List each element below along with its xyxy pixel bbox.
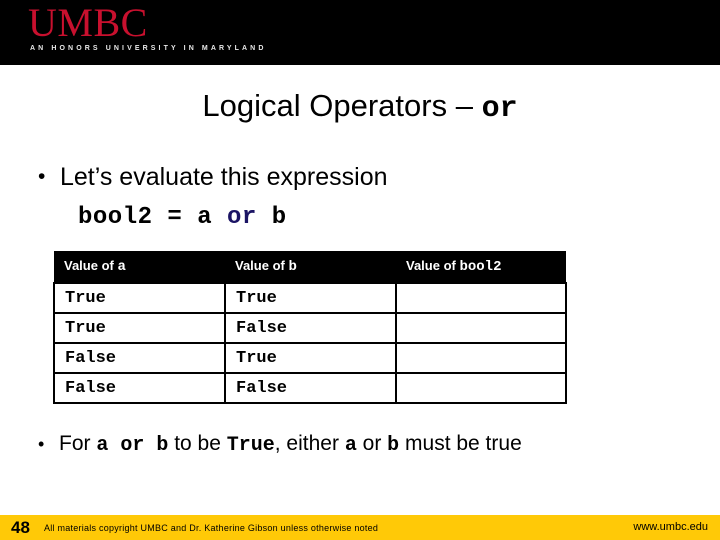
truth-table: Value of a Value of b Value of bool2 Tru… (53, 251, 567, 404)
bullet-marker-icon: • (38, 165, 46, 188)
bullet-evaluate-expression: • Let’s evaluate this expression (38, 161, 388, 193)
umbc-tagline: AN HONORS UNIVERSITY IN MARYLAND (30, 45, 267, 52)
table-header-value-of-a: Value of a (54, 251, 225, 283)
table-cell-b: True (224, 282, 397, 314)
umbc-banner: UMBC AN HONORS UNIVERSITY IN MARYLAND (0, 0, 720, 65)
table-cell-b: False (224, 312, 397, 344)
bullet-or-explanation-code-a: a (344, 434, 357, 457)
slide-footer: 48 All materials copyright UMBC and Dr. … (0, 515, 720, 540)
table-cell-b: False (224, 372, 397, 404)
table-cell-a: False (53, 342, 226, 374)
bullet-or-explanation-code-a-or-b: a or b (96, 434, 169, 457)
truth-table-head: Value of a Value of b Value of bool2 (54, 251, 566, 283)
table-header-value-of-b: Value of b (225, 251, 396, 283)
footer-url: www.umbc.edu (633, 521, 708, 533)
table-row: False False (53, 372, 567, 404)
umbc-logo: UMBC (28, 0, 148, 45)
slide-title-operator: or (481, 92, 518, 126)
table-header-value-of-bool2-label: Value of (406, 258, 460, 273)
table-header-value-of-bool2-var: bool2 (459, 259, 502, 275)
table-header-value-of-bool2: Value of bool2 (396, 251, 566, 283)
table-header-value-of-b-var: b (288, 259, 297, 275)
table-header-value-of-a-var: a (117, 259, 126, 275)
table-cell-result (395, 282, 567, 314)
table-cell-result (395, 312, 567, 344)
bullet-or-explanation-p5: must be true (399, 432, 522, 455)
code-expression: bool2 = a or b (78, 203, 287, 233)
table-row: True False (53, 312, 567, 344)
code-keyword-or: or (227, 204, 257, 231)
table-row: True True (53, 282, 567, 314)
table-cell-a: True (53, 312, 226, 344)
bullet-or-explanation-code-true: True (226, 434, 275, 457)
bullet-or-explanation-code-b: b (387, 434, 400, 457)
bullet-or-explanation-p1: For (59, 432, 97, 455)
code-expression-pre: bool2 = a (78, 204, 228, 231)
bullet-marker-icon: • (38, 434, 45, 454)
slide: UMBC AN HONORS UNIVERSITY IN MARYLAND Lo… (0, 0, 720, 540)
table-cell-b: True (224, 342, 397, 374)
table-header-value-of-b-label: Value of (235, 258, 289, 273)
table-header-value-of-a-label: Value of (64, 258, 118, 273)
slide-page-number: 48 (11, 518, 30, 537)
truth-table-body: True True True False False True False Fa… (53, 282, 567, 404)
slide-title-text: Logical Operators – (202, 88, 482, 123)
table-cell-a: True (53, 282, 226, 314)
table-cell-result (395, 372, 567, 404)
footer-copyright: All materials copyright UMBC and Dr. Kat… (44, 523, 379, 533)
table-row: False True (53, 342, 567, 374)
bullet-evaluate-expression-text: Let’s evaluate this expression (60, 163, 388, 191)
bullet-or-explanation-p4: or (356, 432, 388, 455)
table-header-row: Value of a Value of b Value of bool2 (54, 251, 566, 283)
bullet-or-explanation: • For a or b to be True, either a or b mu… (38, 430, 522, 460)
code-expression-post: b (256, 204, 287, 231)
table-cell-result (395, 342, 567, 374)
bullet-or-explanation-p3: , either (274, 432, 345, 455)
slide-title: Logical Operators – or (0, 86, 720, 129)
table-cell-a: False (53, 372, 226, 404)
bullet-or-explanation-p2: to be (168, 432, 227, 455)
